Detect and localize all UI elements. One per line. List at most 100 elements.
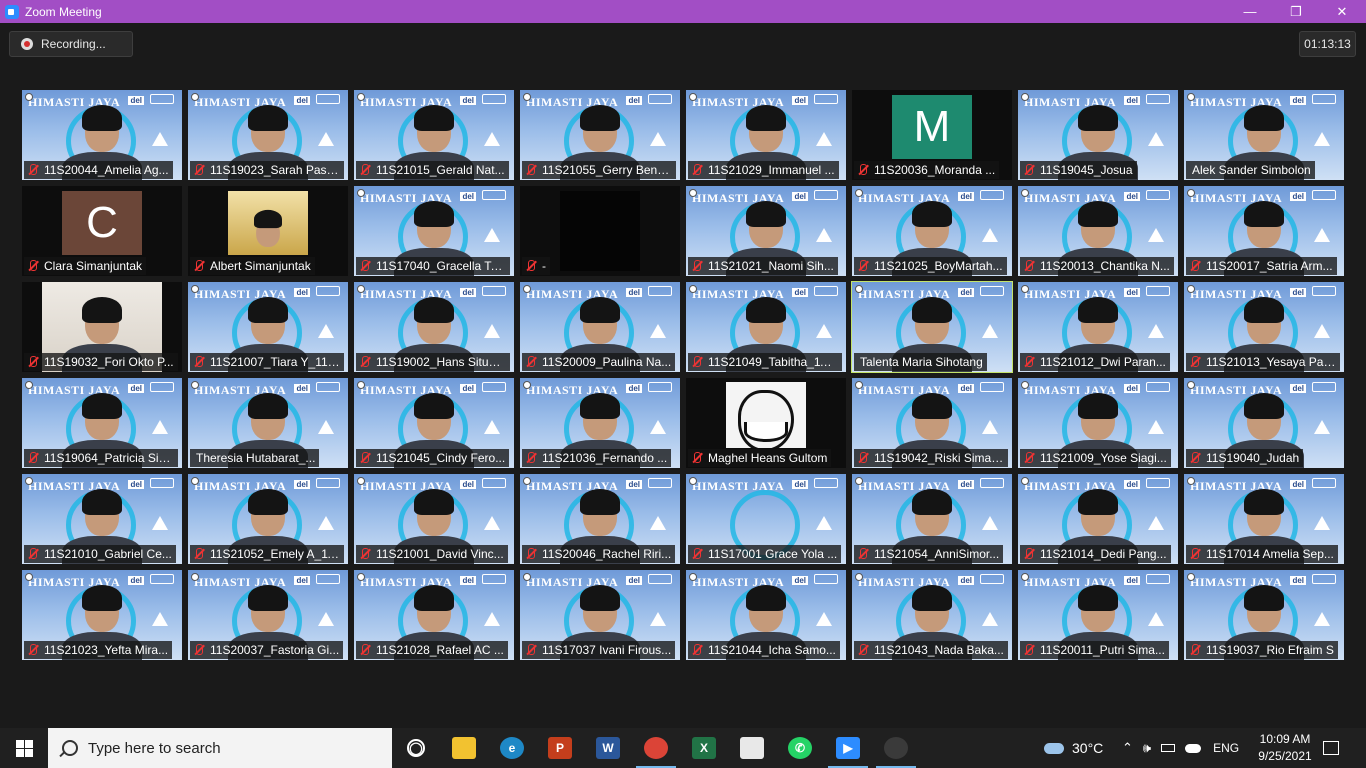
tile-indicator-icon (1187, 477, 1195, 485)
tile-indicator-icon (25, 93, 33, 101)
participant-tile[interactable]: HIMASTI JAYA del 11S19037_Rio Efraim S (1184, 570, 1344, 660)
participant-tile[interactable]: Maghel Heans Gultom (686, 378, 846, 468)
taskbar-app-button[interactable] (872, 728, 920, 768)
participant-tile[interactable]: HIMASTI JAYA del 11S21009_Yose Siagi... (1018, 378, 1178, 468)
participant-name: 11S20046_Rachel Riri... (542, 547, 672, 561)
participant-tile[interactable]: HIMASTI JAYA del 11S21028_Rafael AC ... (354, 570, 514, 660)
taskbar-app-button[interactable] (728, 728, 776, 768)
tile-indicator-icon (1021, 189, 1029, 197)
participant-tile[interactable]: Albert Simanjuntak (188, 186, 348, 276)
participant-tile[interactable]: HIMASTI JAYA del Talenta Maria Sihotang (851, 281, 1013, 373)
person-hair (746, 105, 786, 131)
recording-indicator[interactable]: Recording... (9, 31, 133, 57)
maximize-button[interactable]: ❐ (1273, 0, 1319, 23)
participant-tile[interactable]: HIMASTI JAYA del 11S21001_David Vinc... (354, 474, 514, 564)
taskbar-app-button[interactable]: X (680, 728, 728, 768)
participant-tile[interactable]: HIMASTI JAYA del 11S20017_Satria Arm... (1184, 186, 1344, 276)
notification-center[interactable] (1323, 728, 1339, 768)
participant-tile[interactable]: HIMASTI JAYA del 11S21007_Tiara Y_11I... (188, 282, 348, 372)
participant-tile[interactable]: HIMASTI JAYA del 11S21029_Immanuel ... (686, 90, 846, 180)
taskbar-app-button[interactable]: ▶ (824, 728, 872, 768)
muted-mic-icon (1188, 451, 1202, 465)
share-graphic-icon (482, 94, 506, 104)
triangle-graphic (1314, 228, 1330, 242)
participant-name: 11S21029_Immanuel ... (708, 163, 835, 177)
share-graphic-icon (648, 574, 672, 584)
participant-tile[interactable]: HIMASTI JAYA del 11S19023_Sarah Pasa... (188, 90, 348, 180)
participant-tile[interactable]: HIMASTI JAYA del 11S19042_Riski Siman... (852, 378, 1012, 468)
participant-name-label: 11S21012_Dwi Paran... (1020, 353, 1170, 371)
participant-tile[interactable]: HIMASTI JAYA del 11S21013_Yesaya Par... (1184, 282, 1344, 372)
taskbar-app-button[interactable]: W (584, 728, 632, 768)
triangle-graphic (1148, 612, 1164, 626)
person-hair (1078, 489, 1118, 515)
participant-tile[interactable]: HIMASTI JAYA del 11S21055_Gerry Beny... (520, 90, 680, 180)
start-button[interactable] (0, 728, 48, 768)
participant-tile[interactable]: HIMASTI JAYA del 11S21015_Gerald Nat... (354, 90, 514, 180)
participant-name-label: 11S20009_Paulina Na... (522, 353, 676, 371)
participant-tile[interactable]: HIMASTI JAYA del 11S19045_Josua (1018, 90, 1178, 180)
participant-tile[interactable]: HIMASTI JAYA del 11S21012_Dwi Paran... (1018, 282, 1178, 372)
tile-indicator-icon (855, 573, 863, 581)
muted-mic-icon (524, 547, 538, 561)
share-graphic-icon (1312, 478, 1336, 488)
taskbar-app-button[interactable] (632, 728, 680, 768)
onedrive-icon[interactable] (1185, 743, 1202, 753)
minimize-button[interactable]: — (1227, 0, 1273, 23)
battery-icon[interactable] (1161, 744, 1176, 752)
participant-name: Theresia Hutabarat_... (196, 451, 316, 465)
participant-name-label: 11S21014_Dedi Pang... (1020, 545, 1171, 563)
share-graphic-icon (814, 478, 838, 488)
participant-tile[interactable]: HIMASTI JAYA del 11S20009_Paulina Na... (520, 282, 680, 372)
taskbar-search[interactable]: Type here to search (48, 728, 392, 768)
participant-tile[interactable]: HIMASTI JAYA del 11S17037 Ivani Firous... (520, 570, 680, 660)
participant-tile[interactable]: HIMASTI JAYA del 11S21054_AnniSimor... (852, 474, 1012, 564)
participant-tile[interactable]: HIMASTI JAYA del Alek Sander Simbolon (1184, 90, 1344, 180)
participant-tile[interactable]: HIMASTI JAYA del 11S21044_Icha Samo... (686, 570, 846, 660)
participant-tile[interactable]: HIMASTI JAYA del 11S21025_BoyMartah... (852, 186, 1012, 276)
clock[interactable]: 10:09 AM 9/25/2021 (1250, 731, 1320, 765)
participant-tile[interactable]: HIMASTI JAYA del 11S17014 Amelia Sep... (1184, 474, 1344, 564)
participant-tile[interactable]: HIMASTI JAYA del 11S20013_Chantika N... (1018, 186, 1178, 276)
participant-tile[interactable]: HIMASTI JAYA del 11S21021_Naomi Sih... (686, 186, 846, 276)
participant-tile[interactable]: HIMASTI JAYA del 11S19040_Judah (1184, 378, 1344, 468)
participant-tile[interactable]: HIMASTI JAYA del 11S17001 Grace Yola ... (686, 474, 846, 564)
person-hair (746, 297, 786, 323)
taskbar-app-button[interactable]: ✆ (776, 728, 824, 768)
participant-tile[interactable]: HIMASTI JAYA del 11S21023_Yefta Mira... (22, 570, 182, 660)
volume-icon[interactable]: 🕪 (1143, 740, 1151, 756)
person-hair (414, 297, 454, 323)
taskbar-app-button[interactable] (440, 728, 488, 768)
participant-tile[interactable]: HIMASTI JAYA del 11S19002_Hans Situm... (354, 282, 514, 372)
participant-tile[interactable]: HIMASTI JAYA del 11S20011_Putri Sima... (1018, 570, 1178, 660)
participant-tile[interactable]: HIMASTI JAYA del 11S19064_Patricia Sib... (22, 378, 182, 468)
participant-tile[interactable]: HIMASTI JAYA del 11S21045_Cindy Fero... (354, 378, 514, 468)
participant-tile[interactable]: HIMASTI JAYA del 11S21036_Fernando ... (520, 378, 680, 468)
participant-tile[interactable]: HIMASTI JAYA del 11S21049_Tabitha_11I... (686, 282, 846, 372)
chevron-up-icon[interactable]: ⌃ (1122, 740, 1133, 756)
participant-name-label: Talenta Maria Sihotang (854, 353, 987, 371)
participant-tile[interactable]: HIMASTI JAYA del 11S20046_Rachel Riri... (520, 474, 680, 564)
participant-tile[interactable]: M 11S20036_Moranda ... (852, 90, 1012, 180)
participant-tile[interactable]: C Clara Simanjuntak (22, 186, 182, 276)
taskbar-app-button[interactable]: P (536, 728, 584, 768)
background-badge: del (294, 480, 310, 489)
participant-tile[interactable]: HIMASTI JAYA del 11S20044_Amelia Ag... (22, 90, 182, 180)
participant-tile[interactable]: 11S19032_Fori Okto P... (22, 282, 182, 372)
participant-tile[interactable]: HIMASTI JAYA del 11S21014_Dedi Pang... (1018, 474, 1178, 564)
weather-widget[interactable]: 30°C (1044, 728, 1103, 768)
participant-tile[interactable]: HIMASTI JAYA del Theresia Hutabarat_... (188, 378, 348, 468)
tile-indicator-icon (855, 381, 863, 389)
participant-name: 11S17001 Grace Yola ... (708, 547, 838, 561)
participant-tile[interactable]: HIMASTI JAYA del 11S17040_Gracella Ta... (354, 186, 514, 276)
participant-tile[interactable]: HIMASTI JAYA del 11S20037_Fastoria Gi... (188, 570, 348, 660)
participant-tile[interactable]: HIMASTI JAYA del 11S21043_Nada Baka... (852, 570, 1012, 660)
participant-tile[interactable]: - (520, 186, 680, 276)
close-button[interactable]: ✕ (1319, 0, 1365, 23)
background-badge: del (128, 96, 144, 105)
taskbar-app-button[interactable]: e (488, 728, 536, 768)
language-indicator[interactable]: ENG (1213, 741, 1239, 755)
participant-tile[interactable]: HIMASTI JAYA del 11S21010_Gabriel Ce... (22, 474, 182, 564)
taskbar-app-button[interactable]: ◯ (392, 728, 440, 768)
participant-tile[interactable]: HIMASTI JAYA del 11S21052_Emely A_11... (188, 474, 348, 564)
